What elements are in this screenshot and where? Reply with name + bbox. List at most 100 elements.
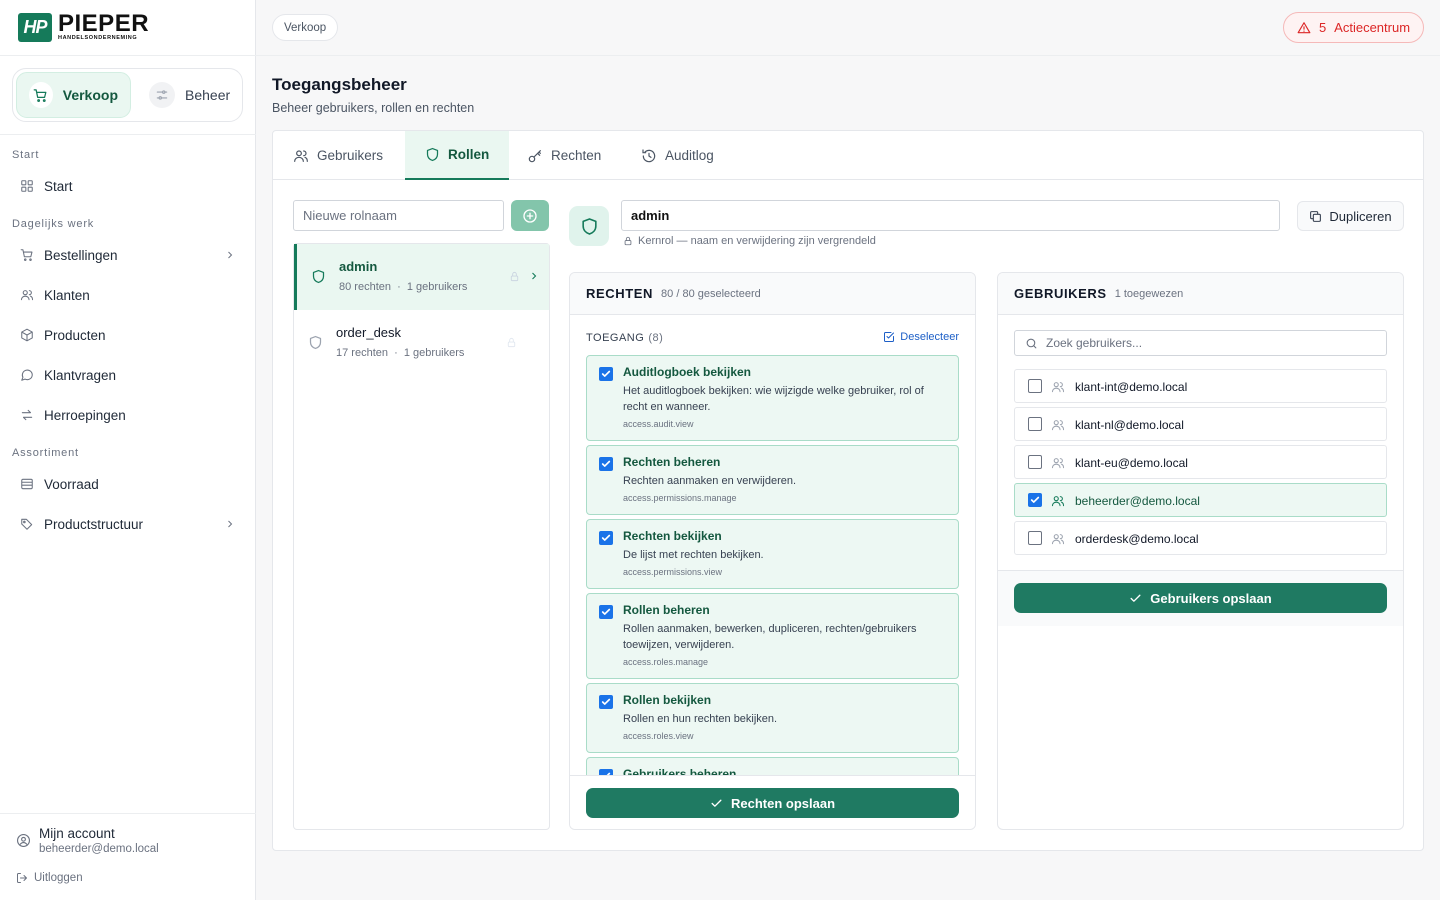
checkbox[interactable] [599, 695, 613, 709]
users-panel-header: GEBRUIKERS 1 toegewezen [998, 273, 1403, 315]
nav-item-structure[interactable]: Productstructuur [12, 507, 244, 541]
nav-item-customers[interactable]: Klanten [12, 278, 244, 312]
access-card: Gebruikers Rollen Rechten Auditlog admin… [272, 130, 1424, 851]
message-icon [20, 368, 34, 382]
checkbox[interactable] [599, 605, 613, 619]
new-role-input[interactable] [293, 200, 504, 231]
user-search-input[interactable] [1046, 336, 1366, 350]
checkbox[interactable] [599, 531, 613, 545]
nav-label: Productstructuur [44, 516, 144, 532]
user-email: orderdesk@demo.local [1075, 532, 1199, 546]
users-icon [1051, 532, 1065, 546]
check-square-icon [883, 331, 895, 343]
permission-title: Auditlogboek bekijken [623, 365, 752, 379]
permissions-list[interactable]: Auditlogboek bekijken Het auditlogboek b… [586, 355, 959, 775]
save-users-button[interactable]: Gebruikers opslaan [1014, 583, 1387, 613]
brand-logo[interactable]: HP PIEPER HANDELSONDERNEMING [18, 12, 149, 42]
nav-item-orders[interactable]: Bestellingen [12, 238, 244, 272]
core-role-hint-text: Kernrol — naam en verwijdering zijn verg… [638, 235, 876, 247]
user-email: klant-eu@demo.local [1075, 456, 1188, 470]
permission-description: De lijst met rechten bekijken. [623, 549, 764, 561]
tab-roles[interactable]: Rollen [405, 131, 510, 180]
user-email: klant-nl@demo.local [1075, 418, 1184, 432]
permission-title: Rollen bekijken [623, 693, 712, 707]
permission-item[interactable]: Rechten bekijken De lijst met rechten be… [586, 519, 959, 589]
checkbox[interactable] [599, 367, 613, 381]
user-row[interactable]: orderdesk@demo.local [1014, 521, 1387, 555]
nav-label: Klantvragen [44, 367, 117, 383]
chevron-right-icon [528, 270, 540, 282]
user-row[interactable]: klant-int@demo.local [1014, 369, 1387, 403]
nav-label: Producten [44, 327, 106, 343]
mode-sales-button[interactable]: Verkoop [16, 72, 131, 118]
search-icon [1025, 337, 1038, 350]
section-start-heading: Start [12, 149, 40, 161]
tab-audit[interactable]: Auditlog [621, 131, 734, 180]
logo-mark: HP [18, 13, 52, 42]
checkbox[interactable] [1028, 493, 1042, 507]
users-icon [293, 148, 309, 164]
role-name-field[interactable] [621, 200, 1280, 231]
warning-icon [1297, 21, 1311, 35]
mode-admin-button[interactable]: Beheer [137, 72, 242, 118]
user-row[interactable]: klant-nl@demo.local [1014, 407, 1387, 441]
tab-label: Rechten [551, 148, 602, 163]
account-link[interactable]: Mijn account beheerder@demo.local [16, 826, 159, 855]
add-role-button[interactable] [511, 200, 549, 231]
core-role-hint: Kernrol — naam en verwijdering zijn verg… [623, 235, 876, 247]
divider [0, 55, 256, 56]
checkbox[interactable] [599, 457, 613, 471]
rights-selected-count: 80 / 80 geselecteerd [661, 287, 761, 300]
permission-item[interactable]: Rollen beheren Rollen aanmaken, bewerken… [586, 593, 959, 679]
user-row[interactable]: klant-eu@demo.local [1014, 445, 1387, 479]
nav-item-start[interactable]: Start [12, 169, 244, 203]
action-center-count: 5 [1318, 20, 1327, 35]
nav-item-questions[interactable]: Klantvragen [12, 358, 244, 392]
section-daily-heading: Dagelijks werk [12, 218, 95, 230]
nav-item-returns[interactable]: Herroepingen [12, 398, 244, 432]
tags-icon [20, 517, 34, 531]
breadcrumb[interactable]: Verkoop [272, 14, 339, 41]
checkbox[interactable] [1028, 531, 1042, 545]
permission-item[interactable]: Auditlogboek bekijken Het auditlogboek b… [586, 355, 959, 441]
package-icon [20, 328, 34, 342]
users-panel: GEBRUIKERS 1 toegewezen klant-int@demo.l… [997, 272, 1404, 830]
checkbox[interactable] [1028, 379, 1042, 393]
roles-list: admin 80 rechten · 1 gebruikers order_de… [293, 243, 550, 830]
save-users-label: Gebruikers opslaan [1150, 590, 1272, 606]
permission-item[interactable]: Rechten beheren Rechten aanmaken en verw… [586, 445, 959, 515]
arrows-swap-icon [20, 408, 34, 422]
checkbox[interactable] [1028, 455, 1042, 469]
logout-label: Uitloggen [34, 872, 83, 884]
permission-description: Rechten aanmaken en verwijderen. [623, 475, 797, 487]
chevron-right-icon [224, 249, 236, 261]
checkbox[interactable] [1028, 417, 1042, 431]
sliders-icon [149, 82, 175, 108]
action-center-button[interactable]: 5 Actiecentrum [1283, 12, 1424, 43]
save-rights-button[interactable]: Rechten opslaan [586, 788, 959, 818]
role-item-admin[interactable]: admin 80 rechten · 1 gebruikers [294, 244, 549, 310]
duplicate-button[interactable]: Dupliceren [1297, 201, 1404, 231]
deselect-button[interactable]: Deselecteer [883, 331, 959, 343]
permission-item[interactable]: Gebruikers beheren [586, 757, 959, 775]
divider [0, 134, 256, 135]
logout-button[interactable]: Uitloggen [16, 872, 83, 884]
lock-icon [509, 271, 520, 282]
users-icon [1051, 456, 1065, 470]
chevron-right-icon [224, 518, 236, 530]
tab-permissions[interactable]: Rechten [507, 131, 621, 180]
nav-label: Voorraad [44, 476, 99, 492]
nav-item-products[interactable]: Producten [12, 318, 244, 352]
role-item-order-desk[interactable]: order_desk 17 rechten · 1 gebruikers [294, 310, 549, 376]
check-icon [1129, 592, 1142, 605]
grid-icon [20, 179, 34, 193]
user-search[interactable] [1014, 330, 1387, 356]
permission-item[interactable]: Rollen bekijken Rollen en hun rechten be… [586, 683, 959, 753]
users-icon [1051, 380, 1065, 394]
nav-item-stock[interactable]: Voorraad [12, 467, 244, 501]
deselect-label: Deselecteer [900, 331, 959, 343]
tab-users[interactable]: Gebruikers [273, 131, 403, 180]
sidebar: HP PIEPER HANDELSONDERNEMING Verkoop Beh… [0, 0, 256, 900]
user-row[interactable]: beheerder@demo.local [1014, 483, 1387, 517]
copy-icon [1309, 210, 1322, 223]
